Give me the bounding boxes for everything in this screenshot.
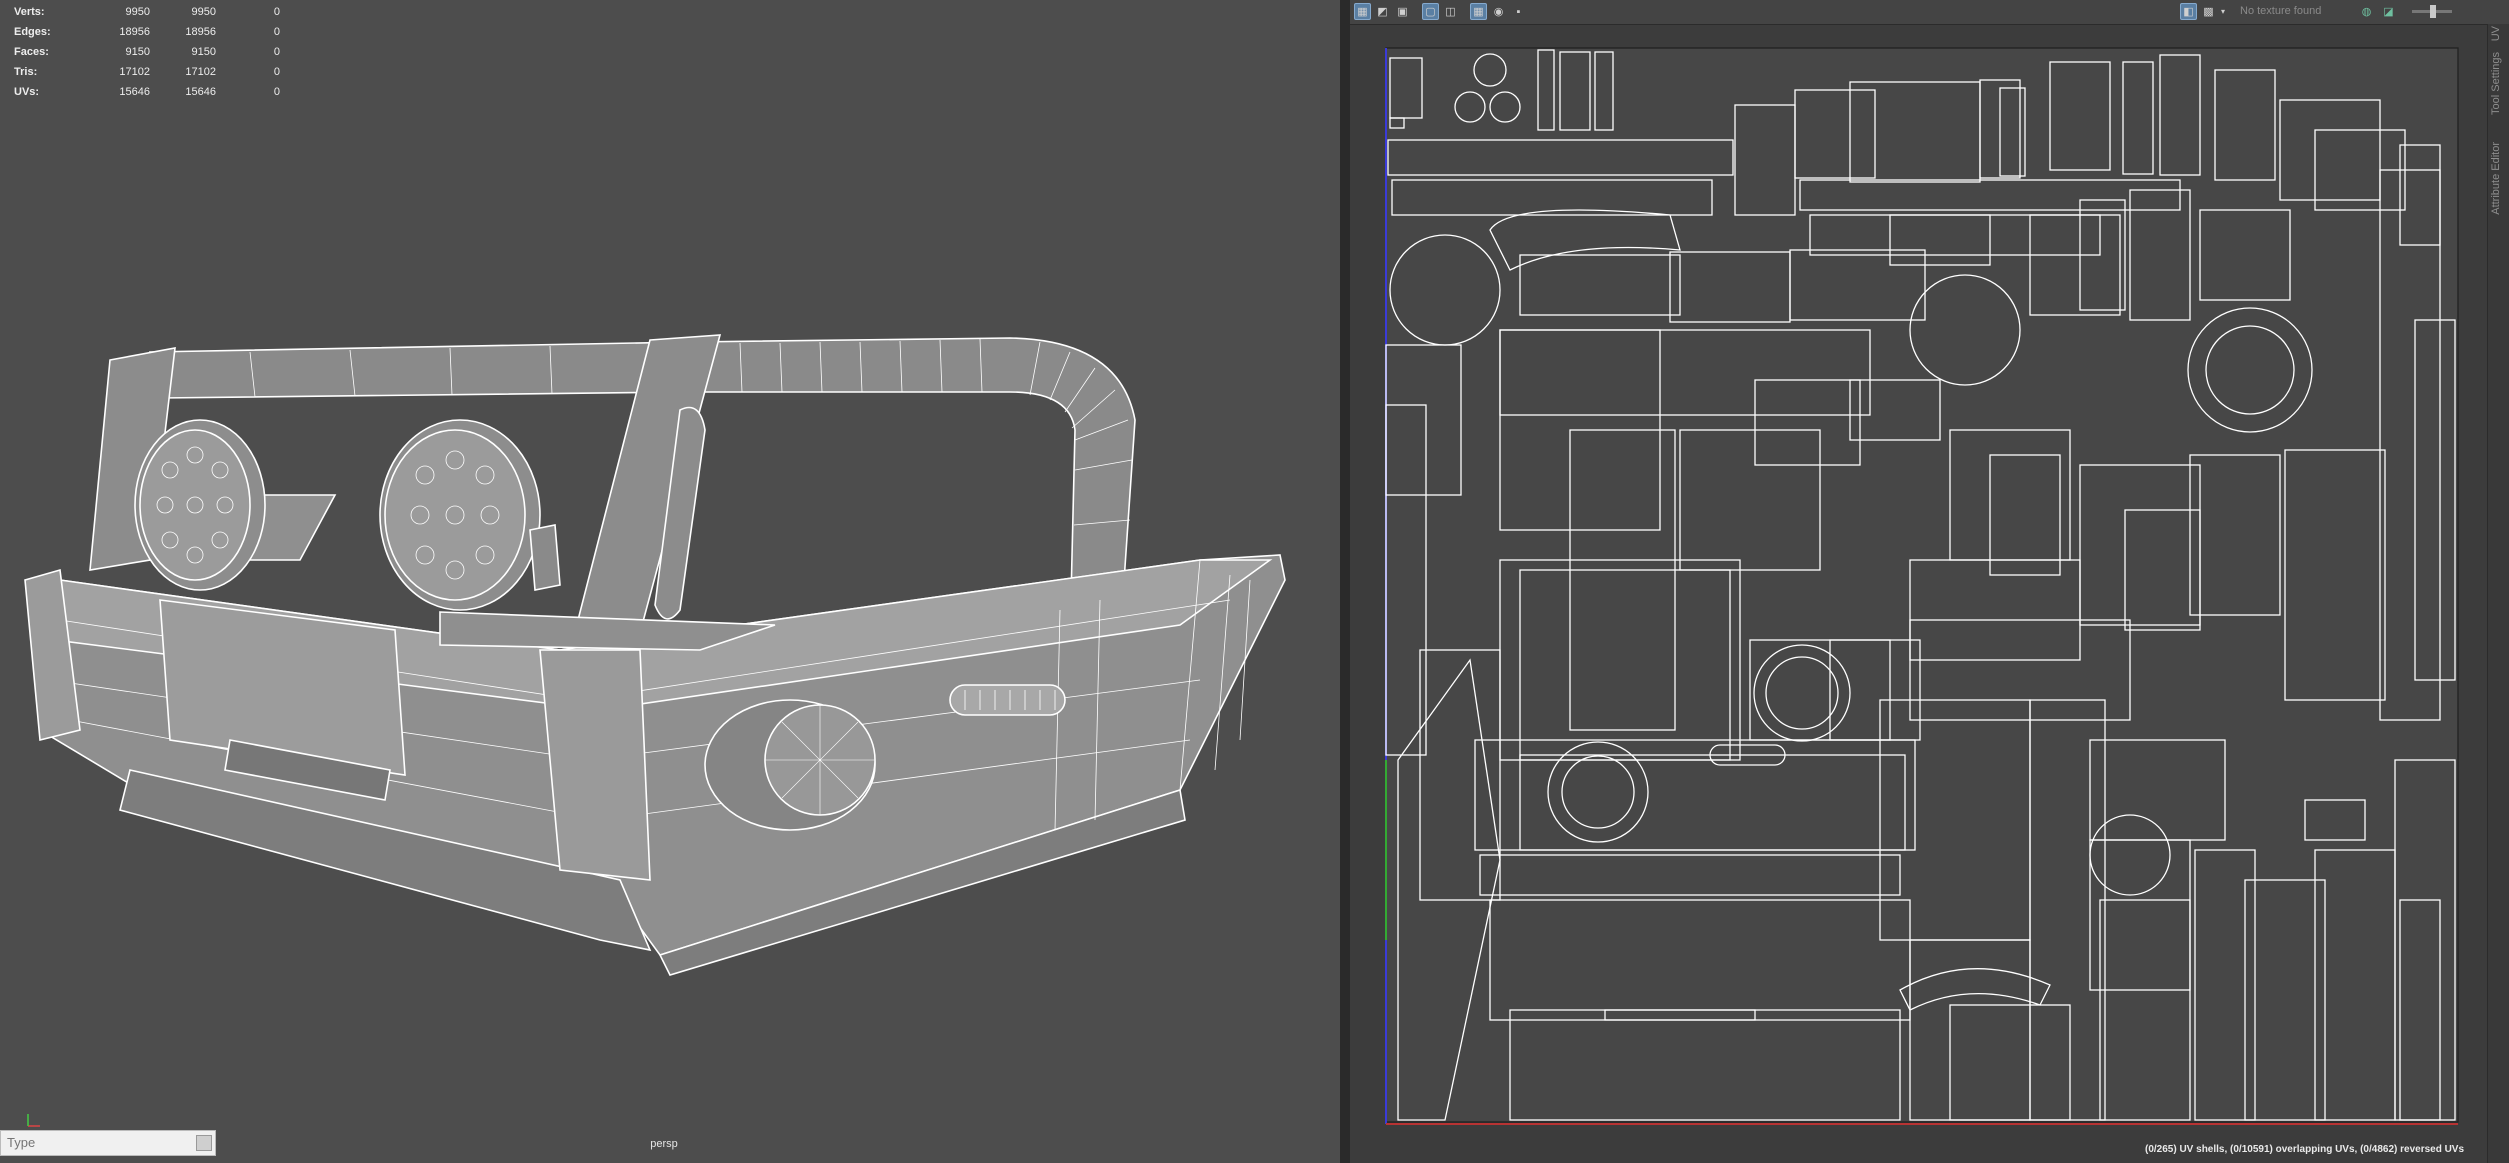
uv-editor-panel: ▦ ◩ ▣ ▢ ◫ ▦ ◉ ▪ ◧ ▩ ▾ No texture found ◍… bbox=[1350, 0, 2509, 1163]
command-input[interactable] bbox=[1, 1131, 198, 1153]
command-line bbox=[0, 1130, 216, 1156]
camera-name-label: persp bbox=[650, 1138, 678, 1150]
spot-light-left bbox=[134, 419, 266, 591]
led-indicator-strip bbox=[949, 684, 1066, 716]
view-axis-indicator bbox=[27, 1114, 40, 1127]
perspective-viewport[interactable]: Verts: 9950 9950 0 Edges: 18956 18956 0 … bbox=[0, 0, 1340, 1163]
right-side-tab-strip: UV Tool Settings Attribute Editor bbox=[2487, 24, 2509, 1163]
uv-layout-canvas[interactable] bbox=[1350, 0, 2509, 1163]
panel-splitter[interactable] bbox=[1340, 0, 1350, 1163]
side-tab-tool-settings[interactable]: Tool Settings bbox=[2490, 52, 2502, 115]
spot-light-center bbox=[379, 419, 561, 611]
bumper-wireframe-model[interactable] bbox=[0, 0, 1340, 1163]
command-language-toggle[interactable] bbox=[196, 1135, 212, 1151]
uv-status-bar: (0/265) UV shells, (0/10591) overlapping… bbox=[2145, 1144, 2465, 1155]
side-tab-uv[interactable]: UV bbox=[2490, 26, 2502, 41]
uv-0-1-square bbox=[1385, 47, 2459, 1123]
side-tab-attribute-editor[interactable]: Attribute Editor bbox=[2490, 142, 2502, 215]
fog-light-recess bbox=[704, 699, 876, 831]
